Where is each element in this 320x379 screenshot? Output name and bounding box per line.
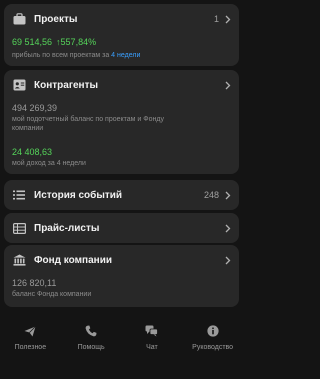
fund-balance-description: баланс Фонда компании bbox=[12, 291, 92, 298]
counterparties-title: Контрагенты bbox=[34, 79, 99, 91]
table-icon bbox=[12, 221, 26, 235]
projects-profit-description: прибыль по всем проектам за 4 недели bbox=[12, 51, 231, 60]
info-icon bbox=[206, 324, 220, 338]
chevron-right-icon bbox=[225, 15, 231, 24]
projects-title: Проекты bbox=[34, 13, 78, 25]
projects-growth-percent: ↑557,84% bbox=[56, 37, 97, 47]
counterparties-header[interactable]: Контрагенты bbox=[12, 70, 231, 100]
projects-count: 1 bbox=[213, 14, 219, 24]
pricelists-title: Прайс-листы bbox=[34, 222, 100, 234]
chat-bubbles-icon bbox=[145, 324, 159, 338]
tab-chat[interactable]: Чат bbox=[122, 318, 183, 360]
chevron-right-icon bbox=[225, 224, 231, 233]
tab-chat-label: Чат bbox=[146, 344, 158, 351]
counterparties-card[interactable]: Контрагенты 494 269,39 мой подотчетный б… bbox=[4, 70, 239, 174]
pricelists-card[interactable]: Прайс-листы bbox=[4, 213, 239, 243]
period-link[interactable]: 4 недели bbox=[111, 52, 140, 59]
history-title: История событий bbox=[34, 189, 123, 201]
bank-icon bbox=[12, 253, 26, 267]
my-income-amount: 24 408,63 bbox=[12, 147, 53, 157]
tab-useful-label: Полезное bbox=[14, 344, 47, 351]
tab-help[interactable]: Помощь bbox=[61, 318, 122, 360]
accountable-balance: 494 269,39 bbox=[12, 103, 58, 113]
fund-balance: 126 820,11 bbox=[12, 278, 57, 288]
projects-desc-text: прибыль по всем проектам за bbox=[12, 52, 112, 59]
tab-useful[interactable]: Полезное bbox=[0, 318, 61, 360]
tab-manual-label: Руководство bbox=[192, 344, 234, 351]
projects-profit-row: 69 514,56 ↑557,84% bbox=[12, 37, 96, 47]
projects-header[interactable]: Проекты 1 bbox=[12, 4, 231, 34]
my-income-description: мой доход за 4 недели bbox=[12, 160, 86, 167]
pricelists-header[interactable]: Прайс-листы bbox=[12, 213, 231, 243]
projects-profit-amount: 69 514,56 bbox=[12, 37, 53, 47]
history-count: 248 bbox=[203, 190, 219, 200]
accountable-balance-description: мой подотчетный баланс по проектам и Фон… bbox=[12, 116, 164, 132]
history-card[interactable]: История событий 248 bbox=[4, 180, 239, 210]
projects-card[interactable]: Проекты 1 69 514,56 ↑557,84% прибыль по в… bbox=[4, 4, 239, 66]
fund-card[interactable]: Фонд компании 126 820,11 баланс Фонда ко… bbox=[4, 245, 239, 307]
phone-icon bbox=[84, 324, 98, 338]
briefcase-icon bbox=[12, 12, 26, 26]
tab-help-label: Помощь bbox=[77, 344, 105, 351]
paper-plane-icon bbox=[23, 324, 37, 338]
history-header[interactable]: История событий 248 bbox=[12, 180, 231, 210]
fund-title: Фонд компании bbox=[34, 254, 112, 266]
list-icon bbox=[12, 188, 26, 202]
contacts-icon bbox=[12, 78, 26, 92]
fund-header[interactable]: Фонд компании bbox=[12, 245, 231, 275]
chevron-right-icon bbox=[225, 191, 231, 200]
chevron-right-icon bbox=[225, 81, 231, 90]
tab-manual[interactable]: Руководство bbox=[182, 318, 243, 360]
chevron-right-icon bbox=[225, 256, 231, 265]
bottom-tab-bar: Полезное Помощь Чат Руководство bbox=[0, 318, 243, 360]
